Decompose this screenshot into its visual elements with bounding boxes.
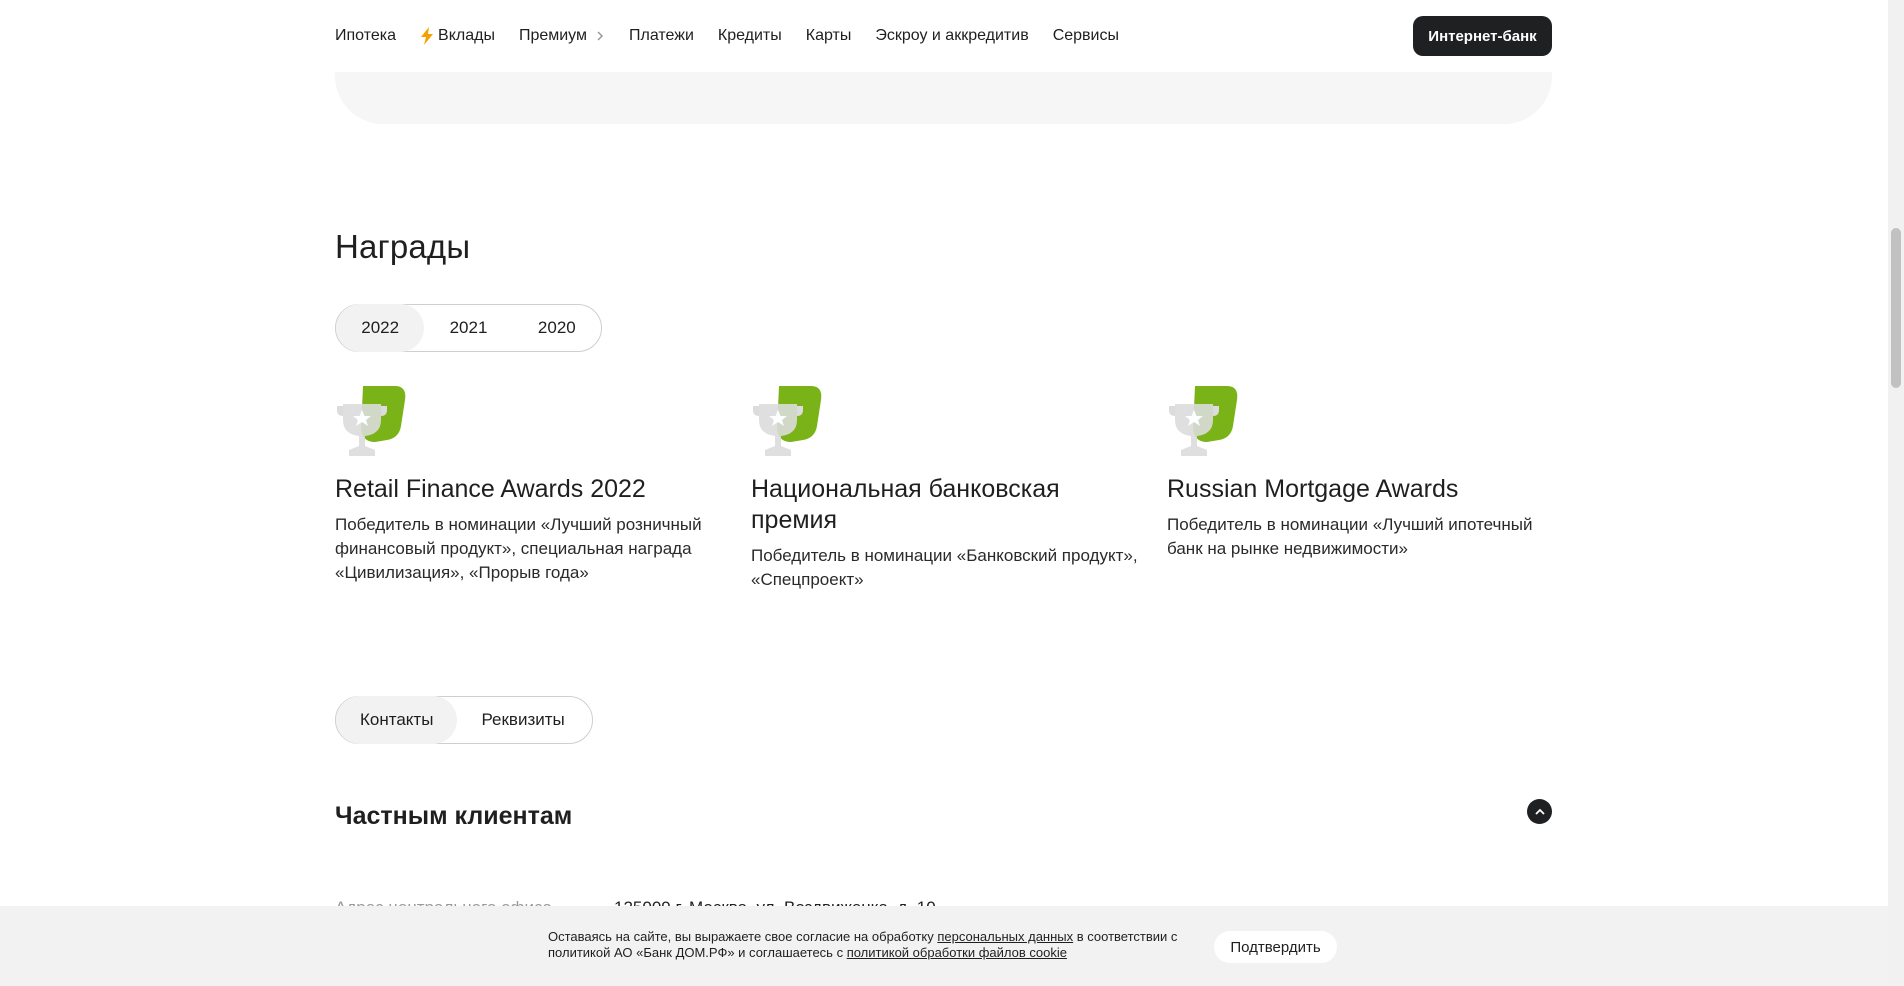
award-description: Победитель в номинации «Банковский проду…: [751, 546, 1138, 589]
nav-item-payments[interactable]: Платежи: [629, 27, 694, 45]
bolt-icon: [421, 27, 434, 45]
award-title: Retail Finance Awards 2022: [335, 475, 646, 503]
cookie-policy-link[interactable]: политикой обработки файлов cookie: [847, 945, 1067, 960]
nav-label: Ипотека: [335, 27, 397, 44]
tab-requisites[interactable]: Реквизиты: [457, 696, 588, 744]
nav-label: Карты: [805, 27, 852, 44]
trophy-icon: [753, 386, 822, 456]
internet-bank-button[interactable]: Интернет-банк: [1413, 16, 1552, 56]
year-tab-2022[interactable]: 2022: [336, 304, 425, 352]
confirm-button[interactable]: Подтвердить: [1214, 931, 1337, 963]
nav-label: Кредиты: [717, 27, 782, 44]
trophy-icon: [1169, 386, 1238, 456]
nav-item-premium[interactable]: Премиум: [519, 27, 605, 45]
nav-item-credits[interactable]: Кредиты: [718, 27, 782, 45]
nav-label: Платежи: [629, 27, 694, 44]
page-scrollbar[interactable]: [1888, 0, 1904, 986]
trophy-icon: [337, 386, 406, 456]
personal-data-link[interactable]: персональных данных: [937, 929, 1073, 944]
award-card: Retail Finance Awards 2022 Победитель в …: [335, 386, 727, 585]
nav-label: Вклады: [438, 27, 495, 44]
award-card: Национальная банковская премия Победител…: [751, 386, 1143, 592]
tab-contacts[interactable]: Контакты: [336, 696, 458, 744]
cookie-banner: Оставаясь на сайте, вы выражаете свое со…: [0, 906, 1888, 986]
scrollbar-thumb[interactable]: [1891, 228, 1901, 388]
cookie-text: Оставаясь на сайте, вы выражаете свое со…: [548, 929, 1178, 961]
award-card: Russian Mortgage Awards Победитель в ном…: [1167, 386, 1559, 561]
contacts-tab-switcher: Контакты Реквизиты: [335, 696, 593, 744]
year-tab-2021[interactable]: 2021: [424, 304, 512, 352]
nav-item-cards[interactable]: Карты: [806, 27, 852, 45]
chevron-right-icon: [597, 31, 604, 41]
nav-item-deposits[interactable]: Вклады: [420, 27, 495, 45]
nav-item-mortgage[interactable]: Ипотека: [335, 27, 396, 45]
award-description: Победитель в номинации «Лучший розничный…: [335, 515, 702, 582]
nav-item-services[interactable]: Сервисы: [1053, 27, 1119, 45]
nav-item-escrow[interactable]: Эскроу и аккредитив: [875, 27, 1028, 45]
collapse-button[interactable]: [1527, 799, 1552, 824]
cookie-text-part: Оставаясь на сайте, вы выражаете свое со…: [548, 929, 938, 944]
year-tab-2020[interactable]: 2020: [513, 304, 601, 352]
chevron-up-icon: [1534, 808, 1545, 815]
award-title: Russian Mortgage Awards: [1167, 475, 1459, 503]
year-switcher: 2022 2021 2020: [335, 304, 602, 352]
site-header: Ипотека Вклады Премиум Платежи Кредиты К…: [0, 0, 1888, 72]
private-clients-title: Частным клиентам: [335, 802, 573, 830]
awards-title: Награды: [335, 228, 471, 265]
main-nav: Ипотека Вклады Премиум Платежи Кредиты К…: [335, 0, 1143, 72]
award-title: Национальная банковская премия: [751, 475, 1060, 534]
nav-label: Премиум: [518, 27, 587, 44]
nav-label: Эскроу и аккредитив: [875, 27, 1029, 44]
award-description: Победитель в номинации «Лучший ипотечный…: [1167, 515, 1533, 558]
nav-label: Сервисы: [1052, 27, 1119, 44]
